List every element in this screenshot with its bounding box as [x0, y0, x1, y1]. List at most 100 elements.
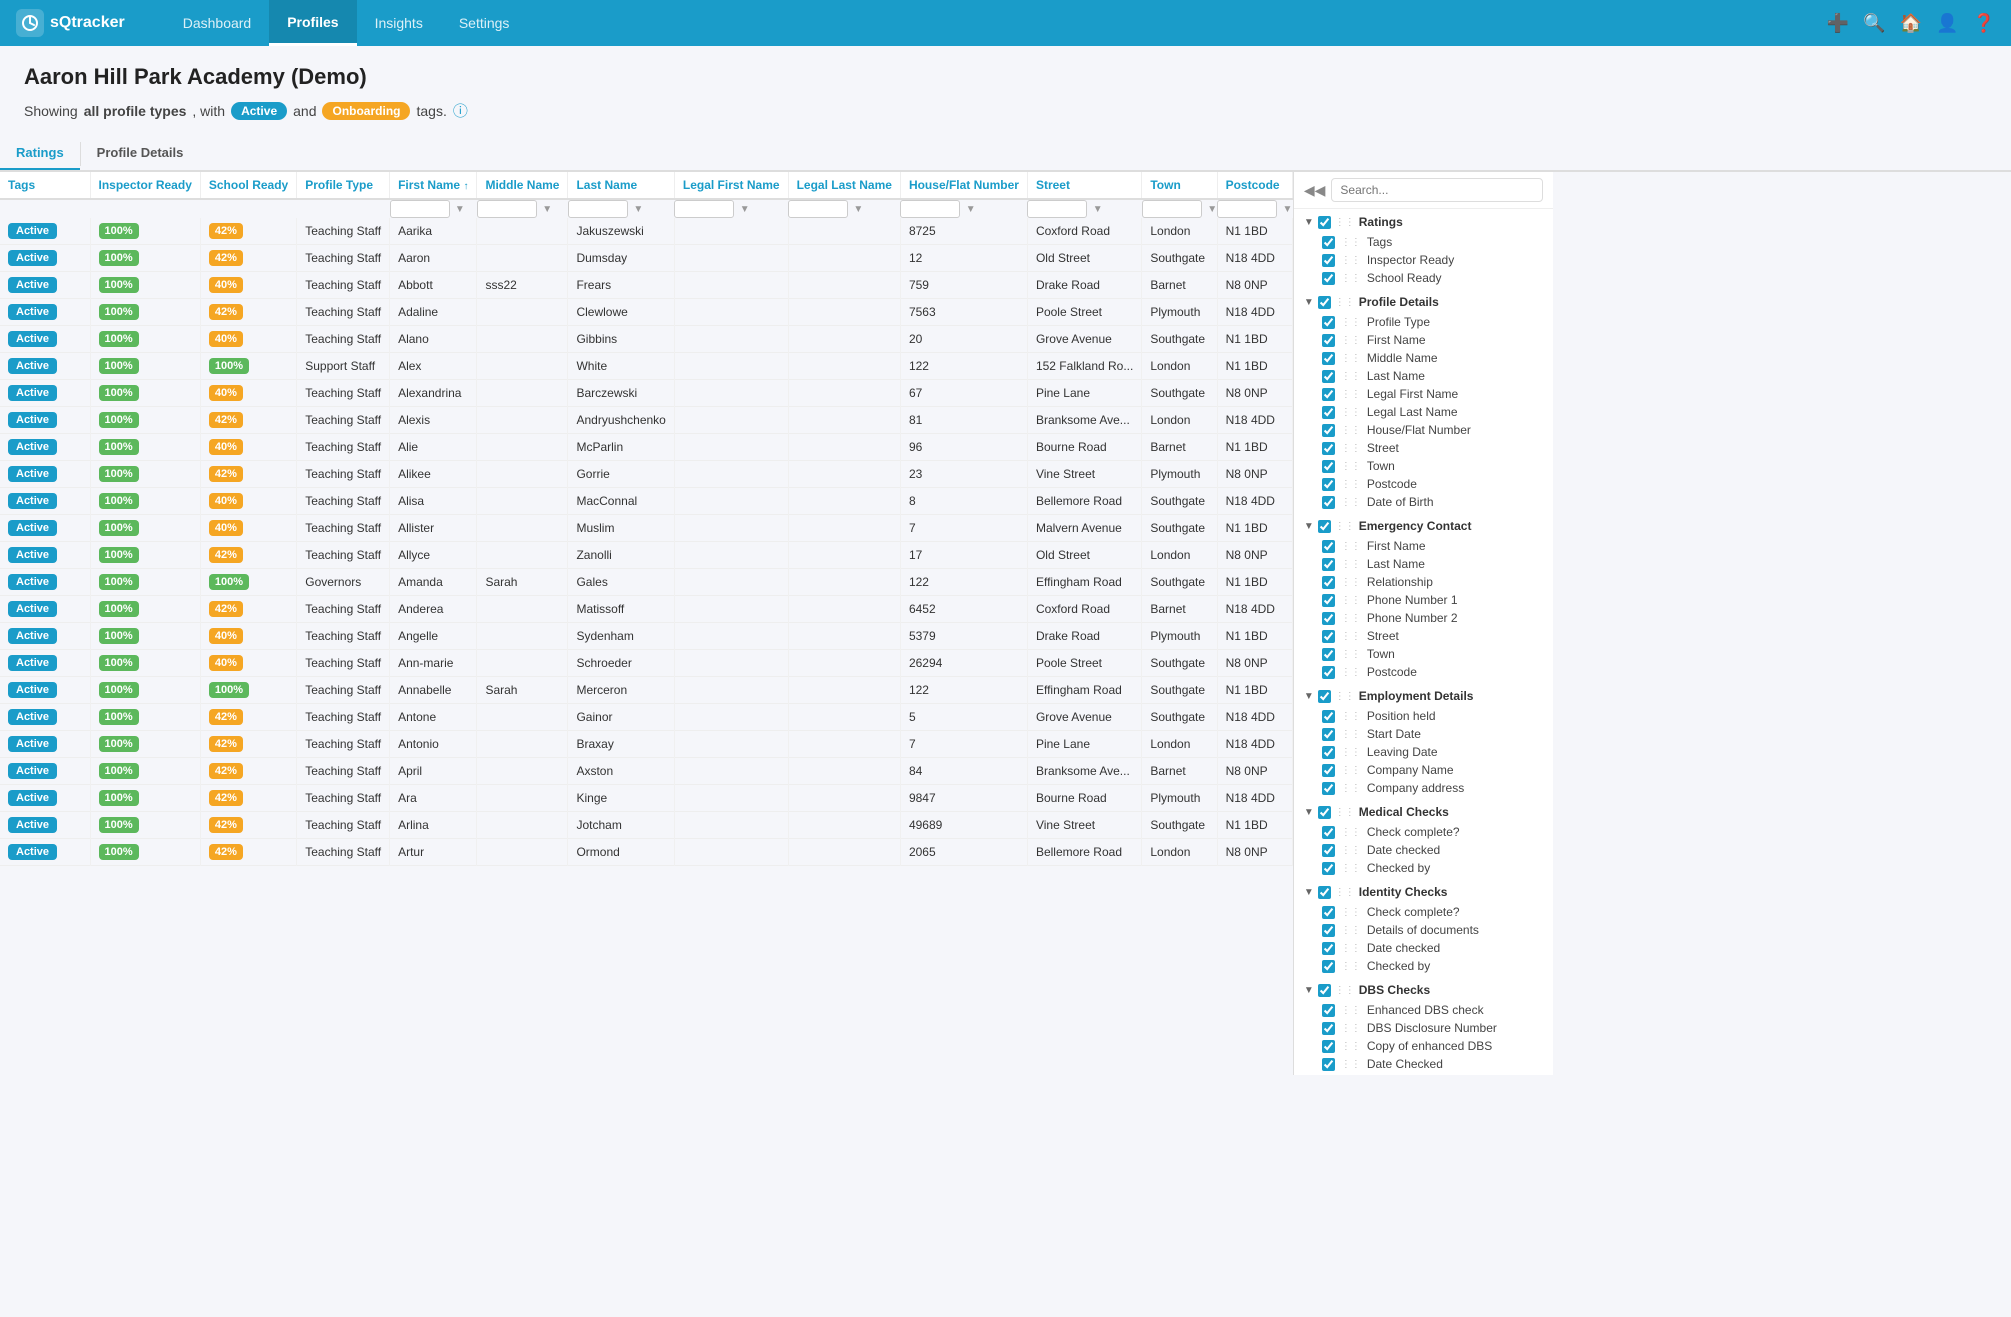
item-checkbox-6-0[interactable] — [1322, 1004, 1335, 1017]
item-checkbox-3-3[interactable] — [1322, 764, 1335, 777]
table-row[interactable]: Active 100% 42% Teaching Staff Antonio B… — [0, 731, 1292, 758]
item-checkbox-0-0[interactable] — [1322, 236, 1335, 249]
user-icon[interactable]: 👤 — [1936, 13, 1958, 34]
table-row[interactable]: Active 100% 42% Teaching Staff Alexis An… — [0, 407, 1292, 434]
col-legal-last[interactable]: Legal Last Name — [788, 172, 900, 199]
table-row[interactable]: Active 100% 42% Teaching Staff Aaron Dum… — [0, 245, 1292, 272]
filter-legal-last[interactable] — [788, 200, 848, 218]
filter-street[interactable] — [1027, 200, 1087, 218]
item-checkbox-3-0[interactable] — [1322, 710, 1335, 723]
item-checkbox-0-2[interactable] — [1322, 272, 1335, 285]
help-icon[interactable]: ❓ — [1973, 13, 1995, 34]
add-icon[interactable]: ➕ — [1827, 13, 1849, 34]
col-legal-first[interactable]: Legal First Name — [674, 172, 788, 199]
table-row[interactable]: Active 100% 40% Teaching Staff Ann-marie… — [0, 650, 1292, 677]
item-checkbox-5-3[interactable] — [1322, 960, 1335, 973]
filter-postcode[interactable] — [1217, 200, 1277, 218]
filter-postcode-icon[interactable]: ▼ — [1282, 204, 1292, 215]
home-icon[interactable]: 🏠 — [1900, 13, 1922, 34]
item-checkbox-2-3[interactable] — [1322, 594, 1335, 607]
item-checkbox-1-7[interactable] — [1322, 442, 1335, 455]
col-tags[interactable]: Tags — [0, 172, 90, 199]
table-row[interactable]: Active 100% 42% Teaching Staff Antone Ga… — [0, 704, 1292, 731]
item-checkbox-3-4[interactable] — [1322, 782, 1335, 795]
col-house-flat[interactable]: House/Flat Number — [900, 172, 1027, 199]
filter-last-icon[interactable]: ▼ — [633, 204, 643, 215]
item-checkbox-2-6[interactable] — [1322, 648, 1335, 661]
filter-house[interactable] — [900, 200, 960, 218]
table-row[interactable]: Active 100% 42% Teaching Staff Artur Orm… — [0, 839, 1292, 866]
item-checkbox-1-5[interactable] — [1322, 406, 1335, 419]
section-checkbox-0[interactable] — [1318, 216, 1331, 229]
col-first-name[interactable]: First Name ↑ — [390, 172, 477, 199]
nav-settings[interactable]: Settings — [441, 0, 528, 46]
item-checkbox-5-1[interactable] — [1322, 924, 1335, 937]
item-checkbox-4-2[interactable] — [1322, 862, 1335, 875]
item-checkbox-3-1[interactable] — [1322, 728, 1335, 741]
table-row[interactable]: Active 100% 40% Teaching Staff Allister … — [0, 515, 1292, 542]
col-town[interactable]: Town — [1142, 172, 1217, 199]
item-checkbox-2-4[interactable] — [1322, 612, 1335, 625]
section-checkbox-5[interactable] — [1318, 886, 1331, 899]
section-ratings[interactable]: Ratings — [0, 137, 80, 170]
table-row[interactable]: Active 100% 42% Teaching Staff Aarika Ja… — [0, 218, 1292, 245]
search-icon[interactable]: 🔍 — [1863, 13, 1885, 34]
collapse-panel-btn[interactable]: ◀◀ — [1304, 182, 1326, 199]
table-row[interactable]: Active 100% 40% Teaching Staff Alano Gib… — [0, 326, 1292, 353]
filter-middle-name[interactable] — [477, 200, 537, 218]
filter-legal-last-icon[interactable]: ▼ — [853, 204, 863, 215]
item-checkbox-1-8[interactable] — [1322, 460, 1335, 473]
info-icon[interactable]: ⓘ — [453, 100, 468, 121]
table-row[interactable]: Active 100% 42% Teaching Staff Alikee Go… — [0, 461, 1292, 488]
table-row[interactable]: Active 100% 100% Governors Amanda Sarah … — [0, 569, 1292, 596]
panel-section-header-6[interactable]: ▼ ⋮⋮ DBS Checks — [1294, 979, 1553, 1001]
item-checkbox-3-2[interactable] — [1322, 746, 1335, 759]
item-checkbox-1-9[interactable] — [1322, 478, 1335, 491]
onboarding-tag-filter[interactable]: Onboarding — [322, 102, 410, 120]
filter-town-icon[interactable]: ▼ — [1207, 204, 1217, 215]
active-tag-filter[interactable]: Active — [231, 102, 287, 120]
table-row[interactable]: Active 100% 100% Support Staff Alex Whit… — [0, 353, 1292, 380]
col-insp-ready[interactable]: Inspector Ready — [90, 172, 200, 199]
filter-legal-first[interactable] — [674, 200, 734, 218]
section-checkbox-2[interactable] — [1318, 520, 1331, 533]
item-checkbox-6-1[interactable] — [1322, 1022, 1335, 1035]
table-row[interactable]: Active 100% 40% Teaching Staff Alie McPa… — [0, 434, 1292, 461]
col-profile-type[interactable]: Profile Type — [297, 172, 390, 199]
item-checkbox-1-0[interactable] — [1322, 316, 1335, 329]
panel-section-header-5[interactable]: ▼ ⋮⋮ Identity Checks — [1294, 881, 1553, 903]
item-checkbox-4-0[interactable] — [1322, 826, 1335, 839]
col-school-ready[interactable]: School Ready — [200, 172, 296, 199]
col-postcode[interactable]: Postcode — [1217, 172, 1292, 199]
table-row[interactable]: Active 100% 40% Teaching Staff Alexandri… — [0, 380, 1292, 407]
panel-section-header-3[interactable]: ▼ ⋮⋮ Employment Details — [1294, 685, 1553, 707]
panel-section-header-4[interactable]: ▼ ⋮⋮ Medical Checks — [1294, 801, 1553, 823]
item-checkbox-2-7[interactable] — [1322, 666, 1335, 679]
filter-legal-first-icon[interactable]: ▼ — [740, 204, 750, 215]
panel-section-header-0[interactable]: ▼ ⋮⋮ Ratings — [1294, 211, 1553, 233]
col-last-name[interactable]: Last Name — [568, 172, 674, 199]
filter-first-name[interactable] — [390, 200, 450, 218]
nav-dashboard[interactable]: Dashboard — [165, 0, 270, 46]
filter-street-icon[interactable]: ▼ — [1093, 204, 1103, 215]
table-row[interactable]: Active 100% 42% Teaching Staff Anderea M… — [0, 596, 1292, 623]
table-row[interactable]: Active 100% 42% Teaching Staff Arlina Jo… — [0, 812, 1292, 839]
item-checkbox-5-0[interactable] — [1322, 906, 1335, 919]
item-checkbox-2-0[interactable] — [1322, 540, 1335, 553]
item-checkbox-1-6[interactable] — [1322, 424, 1335, 437]
section-profile-details[interactable]: Profile Details — [81, 137, 200, 170]
table-row[interactable]: Active 100% 40% Teaching Staff Angelle S… — [0, 623, 1292, 650]
section-checkbox-3[interactable] — [1318, 690, 1331, 703]
section-checkbox-1[interactable] — [1318, 296, 1331, 309]
item-checkbox-1-10[interactable] — [1322, 496, 1335, 509]
item-checkbox-0-1[interactable] — [1322, 254, 1335, 267]
item-checkbox-1-3[interactable] — [1322, 370, 1335, 383]
table-row[interactable]: Active 100% 100% Teaching Staff Annabell… — [0, 677, 1292, 704]
item-checkbox-2-1[interactable] — [1322, 558, 1335, 571]
item-checkbox-6-3[interactable] — [1322, 1058, 1335, 1071]
filter-middle-icon[interactable]: ▼ — [542, 204, 552, 215]
col-street[interactable]: Street — [1027, 172, 1141, 199]
item-checkbox-4-1[interactable] — [1322, 844, 1335, 857]
app-logo[interactable]: sQtracker — [16, 9, 125, 37]
filter-town[interactable] — [1142, 200, 1202, 218]
